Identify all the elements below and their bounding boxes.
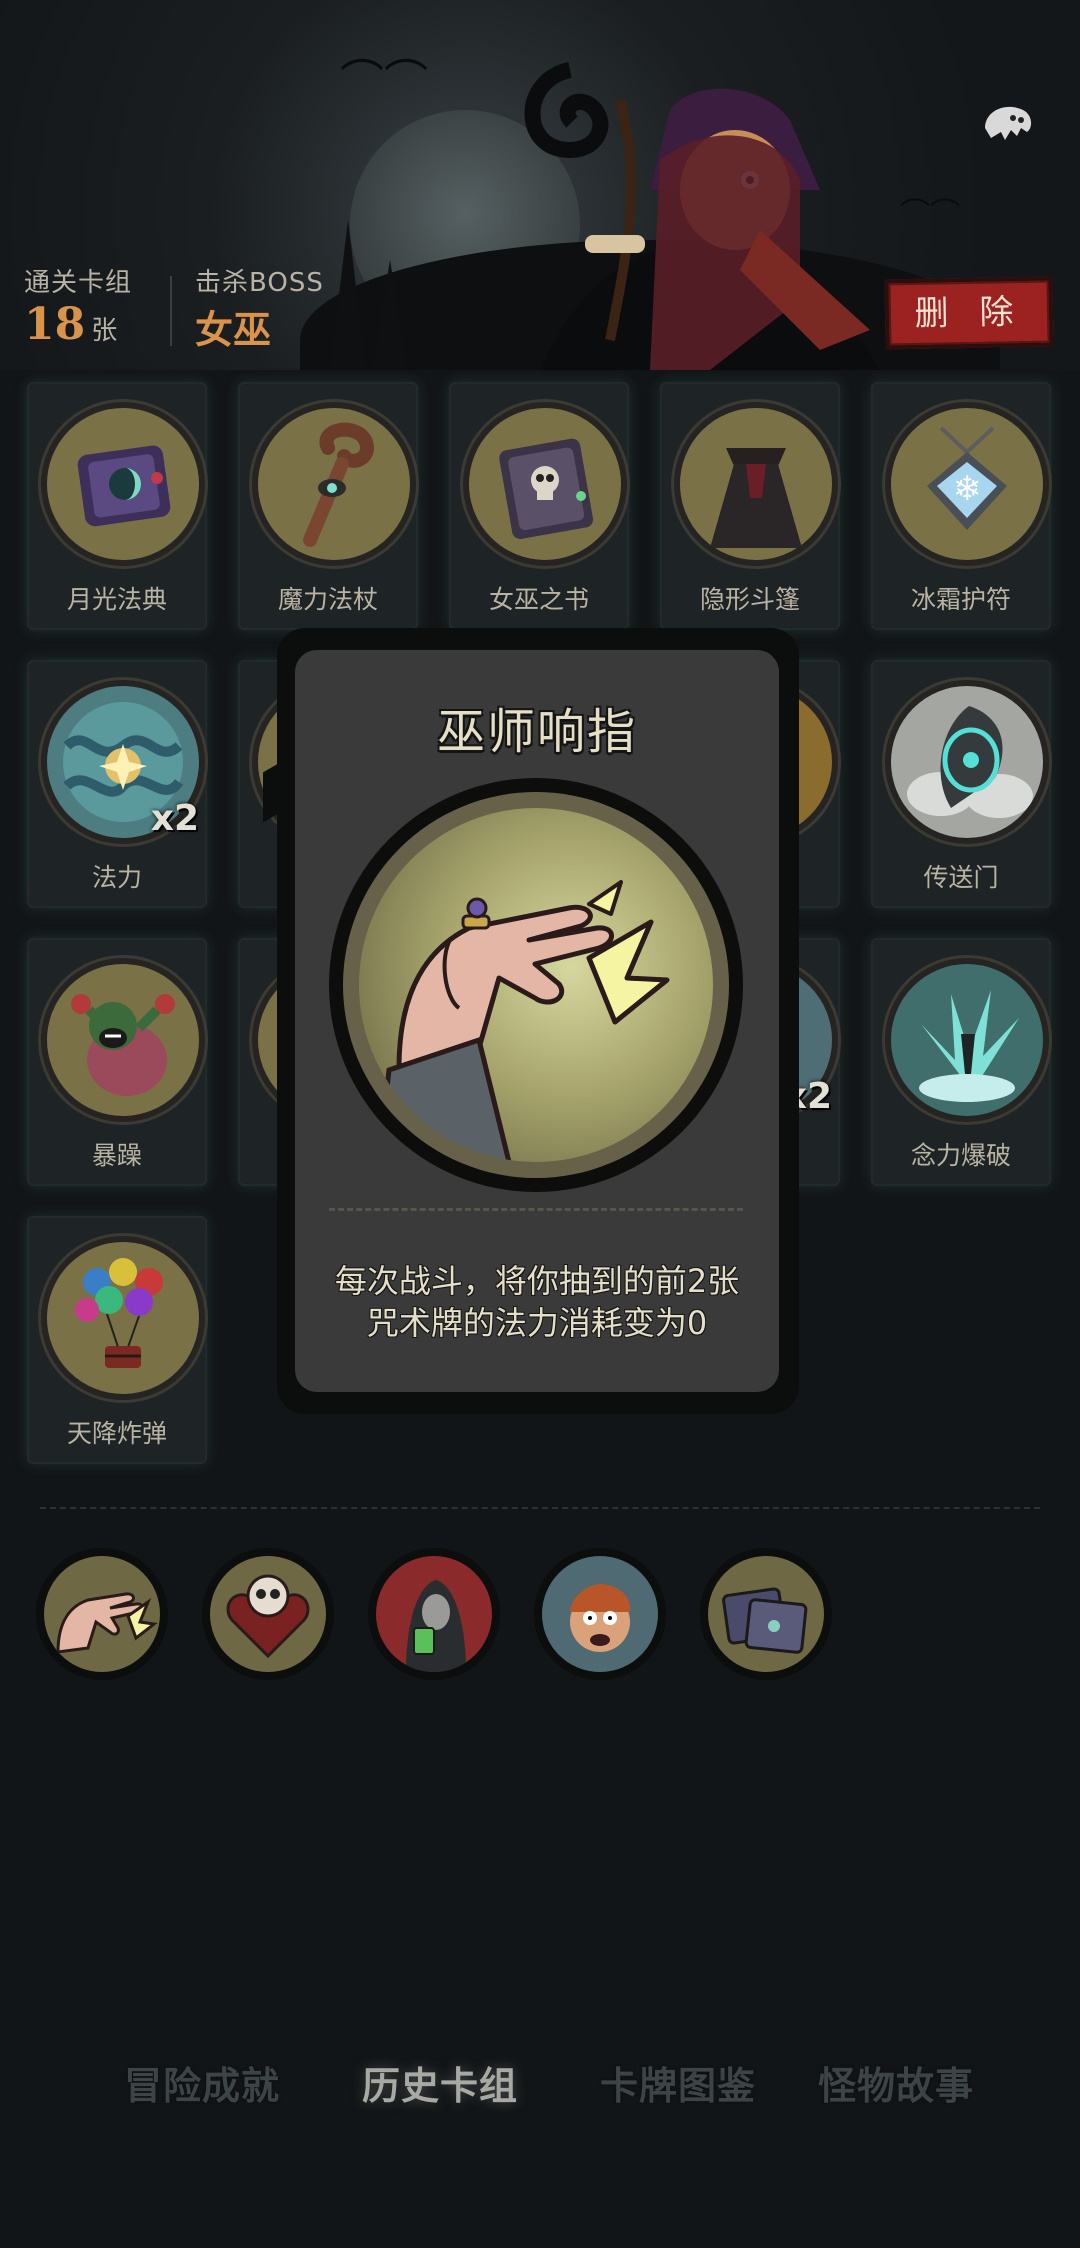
boss-name: 女巫 [195,308,272,352]
tab-monster-stories[interactable]: 怪物故事 [818,2055,974,2110]
balloon-bomb-icon [41,1236,205,1400]
card-invisibility-cloak[interactable]: 隐形斗篷 [660,382,840,630]
card-detail-popup[interactable]: 巫师响指 每次战斗，将你抽到的前2张 咒术牌的法力消耗变为0 [263,628,799,1414]
relic-skull-heart[interactable] [202,1548,334,1680]
popup-notch [263,759,285,823]
card-name: 暴躁 [91,1141,142,1170]
magic-staff-icon [252,402,416,566]
witch-book-icon [463,402,627,566]
popup-description-line: 咒术牌的法力消耗变为0 [366,1304,708,1342]
svg-text:❄: ❄ [953,469,982,509]
bat-icon: ⌒⌒ [340,56,428,107]
tab-adventure-achievements[interactable]: 冒险成就 [124,2055,280,2110]
relic-card-stack[interactable] [700,1548,832,1680]
card-name: 女巫之书 [488,585,589,614]
tab-card-gallery[interactable]: 卡牌图鉴 [600,2055,756,2110]
card-name: 天降炸弹 [66,1419,167,1448]
card-name: 魔力法杖 [277,585,378,614]
relic-finger-snap[interactable] [36,1548,168,1680]
relic-scared-man[interactable] [534,1548,666,1680]
card-name: 传送门 [923,863,999,892]
relic-hooded-figure[interactable] [368,1548,500,1680]
finger-snap-icon [44,1556,160,1672]
popup-separator [329,1208,743,1211]
card-balloon-bomb[interactable]: 天降炸弹 [27,1216,207,1464]
card-moonlight-codex[interactable]: 月光法典 [27,382,207,630]
moonlight-codex-icon [41,402,205,566]
skull-heart-icon [210,1556,326,1672]
popup-description-line: 每次战斗，将你抽到的前2张 [334,1262,740,1300]
card-magic-staff[interactable]: 魔力法杖 [238,382,418,630]
witch-portrait-icon [524,62,880,370]
card-name: 念力爆破 [910,1141,1011,1170]
hooded-figure-icon [376,1556,492,1672]
card-name: 隐形斗篷 [699,585,800,614]
bottom-tab-bar: 冒险成就 历史卡组 卡牌图鉴 怪物故事 [0,2055,1080,2135]
scared-man-icon [542,1556,658,1672]
art-face [359,808,713,1162]
cleared-deck-stat: 通关卡组 18 张 [24,262,132,350]
boss-label: 击杀BOSS [195,268,324,298]
delete-button[interactable]: 删 除 [884,276,1054,350]
tree-silhouette [372,260,408,370]
card-name: 法力 [91,863,142,892]
card-mana[interactable]: x2 法力 [27,660,207,908]
cleared-deck-unit: 张 [91,316,118,346]
invisibility-cloak-icon [674,402,838,566]
card-witch-book[interactable]: 女巫之书 [449,382,629,630]
telekinetic-blast-icon [885,958,1049,1122]
card-frost-amulet[interactable]: ❄ 冰霜护符 [871,382,1051,630]
stat-divider [170,276,172,346]
bat-icon: ⌒⌒ [900,197,960,232]
rage-icon [41,958,205,1122]
card-stack-icon [708,1556,824,1672]
cleared-deck-label: 通关卡组 [24,268,133,298]
tree-silhouette [330,220,366,370]
relic-divider [40,1507,1040,1509]
popup-card: 巫师响指 每次战斗，将你抽到的前2张 咒术牌的法力消耗变为0 [295,650,779,1392]
cleared-deck-count: 18 [24,299,86,350]
card-portal[interactable]: 传送门 [871,660,1051,908]
finger-snap-icon [329,778,743,1192]
portal-icon [885,680,1049,844]
popup-title: 巫师响指 [436,704,637,760]
card-telekinetic-blast[interactable]: 念力爆破 [871,938,1051,1186]
popup-description: 每次战斗，将你抽到的前2张 咒术牌的法力消耗变为0 [315,1260,759,1344]
tab-history-deck[interactable]: 历史卡组 [362,2055,518,2110]
card-count-badge: x2 [150,798,199,839]
card-rage[interactable]: 暴躁 [27,938,207,1186]
card-name: 月光法典 [66,585,167,614]
ghost-icon[interactable] [972,88,1042,158]
boss-stat: 击杀BOSS 女巫 [195,262,324,354]
frost-amulet-icon: ❄ [885,402,1049,566]
card-name: 冰霜护符 [910,585,1011,614]
